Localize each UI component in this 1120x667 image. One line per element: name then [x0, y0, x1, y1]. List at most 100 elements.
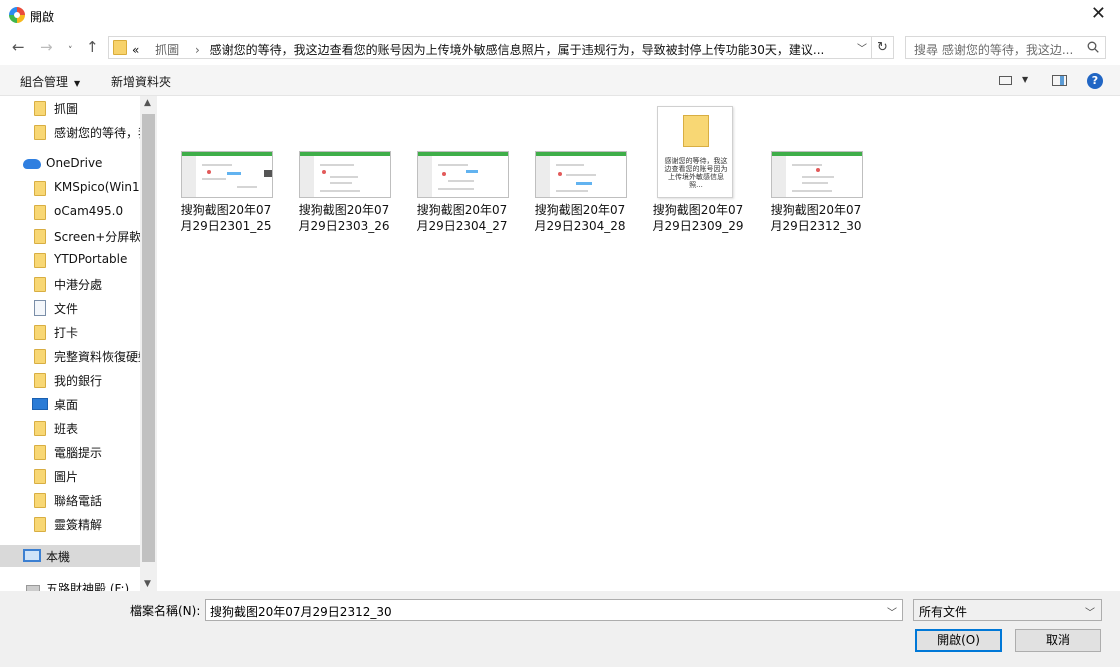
breadcrumb-item-current[interactable]: 感谢您的等待，我这边查看您的账号因为上传境外敏感信息照片，属于违规行为，导致被封… — [210, 43, 825, 57]
file-type-value: 所有文件 — [919, 605, 968, 619]
view-options-icon[interactable] — [999, 76, 1012, 85]
document-preview-text: 感谢您的等待，我这边查看您的账号因为上传境外敏感信息照... — [664, 157, 728, 189]
sidebar-item-ytdportable[interactable]: YTDPortable — [0, 249, 140, 271]
folder-icon — [34, 421, 46, 436]
new-folder-button[interactable]: 新增資料夾 — [111, 73, 171, 90]
sidebar-item-onedrive[interactable]: OneDrive — [0, 153, 140, 175]
sidebar-item-label: oCam495.0 — [54, 204, 124, 218]
sidebar-item-documents[interactable]: 文件 — [0, 297, 140, 319]
navigation-bar: ← → ˅ ↑ « 抓圖 › 感谢您的等待，我这边查看您的账号因为上传境外敏感信… — [0, 31, 1120, 65]
breadcrumb-separator-icon[interactable]: › — [195, 43, 200, 57]
folder-icon — [34, 349, 46, 364]
file-type-select[interactable]: 所有文件 ﹀ — [913, 599, 1102, 621]
sidebar-item-desktop[interactable]: 桌面 — [0, 393, 140, 415]
sidebar-item-label: 桌面 — [54, 398, 79, 412]
image-thumbnail — [417, 151, 509, 198]
file-item[interactable]: 搜狗截图20年07 月29日2303_26 — [295, 106, 393, 236]
folder-icon — [34, 445, 46, 460]
folder-icon — [34, 325, 46, 340]
search-icon — [1087, 41, 1099, 53]
file-name: 搜狗截图20年07 月29日2301_25 — [180, 203, 272, 233]
cloud-icon — [23, 159, 41, 169]
close-icon[interactable]: ✕ — [1091, 4, 1106, 24]
sidebar-item-label: YTDPortable — [54, 252, 128, 266]
open-button[interactable]: 開啟(O) — [915, 629, 1002, 652]
sidebar-item-bank[interactable]: 我的銀行 — [0, 369, 140, 391]
search-input[interactable]: 搜尋 感谢您的等待，我这边... — [905, 36, 1106, 59]
chevron-down-icon[interactable]: ﹀ — [887, 604, 897, 619]
folder-icon — [34, 229, 46, 244]
sidebar-item-this-pc[interactable]: 本機 — [0, 545, 140, 567]
view-options-caret-icon[interactable]: ▼ — [1022, 75, 1028, 84]
filename-value: 搜狗截图20年07月29日2312_30 — [210, 605, 392, 619]
search-placeholder: 搜尋 感谢您的等待，我这边... — [914, 43, 1074, 57]
image-thumbnail — [535, 151, 627, 198]
sidebar-item-label: 我的銀行 — [54, 374, 103, 388]
file-item[interactable]: 感谢您的等待，我这边查看您的账号因为上传境外敏感信息照... 搜狗截图20年07… — [649, 106, 747, 236]
file-item[interactable]: 搜狗截图20年07 月29日2304_28 — [531, 106, 629, 236]
sidebar-item-label: 抓圖 — [54, 102, 79, 116]
cancel-button[interactable]: 取消 — [1015, 629, 1101, 652]
up-arrow-icon[interactable]: ↑ — [86, 39, 99, 55]
sidebar-item-drive-f[interactable]: 五路財神殿 (F:) — [0, 577, 140, 591]
sidebar-item-label: 圖片 — [54, 470, 79, 484]
folder-icon — [34, 373, 46, 388]
sidebar-item-thanks[interactable]: 感谢您的等待，我这边 — [0, 121, 140, 143]
folder-icon — [683, 115, 709, 147]
filename-input[interactable]: 搜狗截图20年07月29日2312_30 ﹀ — [205, 599, 903, 621]
organize-label: 組合管理 — [20, 75, 69, 89]
breadcrumb-item-parent[interactable]: 抓圖 — [155, 43, 179, 57]
address-bar[interactable]: « 抓圖 › 感谢您的等待，我这边查看您的账号因为上传境外敏感信息照片，属于违规… — [108, 36, 872, 59]
sidebar-item-label: 靈簽精解 — [54, 518, 103, 532]
sidebar-scrollbar[interactable]: ▲ ▼ — [140, 96, 157, 591]
file-item[interactable]: 搜狗截图20年07 月29日2304_27 — [413, 106, 511, 236]
sidebar-item-label: 本機 — [46, 550, 71, 564]
file-name: 搜狗截图20年07 月29日2303_26 — [298, 203, 390, 233]
sidebar-item-label: 文件 — [54, 302, 79, 316]
sidebar-item-screen-plus[interactable]: Screen+分屏軟件 — [0, 225, 140, 247]
help-icon[interactable]: ? — [1087, 73, 1103, 89]
dialog-footer: 檔案名稱(N): 搜狗截图20年07月29日2312_30 ﹀ 所有文件 ﹀ 開… — [0, 591, 1120, 667]
refresh-button[interactable]: ↻ — [872, 36, 894, 59]
folder-icon — [34, 277, 46, 292]
file-name: 搜狗截图20年07 月29日2304_27 — [416, 203, 508, 233]
chevron-down-icon[interactable]: ﹀ — [857, 40, 867, 55]
sidebar-item-pictures[interactable]: 圖片 — [0, 465, 140, 487]
computer-icon — [23, 549, 41, 562]
organize-menu-button[interactable]: 組合管理 ▼ — [20, 73, 80, 90]
breadcrumb-overflow[interactable]: « — [132, 43, 139, 57]
scrollbar-thumb[interactable] — [142, 114, 155, 562]
document-thumbnail: 感谢您的等待，我这边查看您的账号因为上传境外敏感信息照... — [657, 106, 733, 198]
file-item[interactable]: 搜狗截图20年07 月29日2301_25 — [177, 106, 275, 236]
back-arrow-icon[interactable]: ← — [12, 39, 25, 55]
sidebar-item-capture[interactable]: 抓圖 — [0, 97, 140, 119]
forward-arrow-icon[interactable]: → — [40, 39, 53, 55]
sidebar-item-pc-tips[interactable]: 電腦提示 — [0, 441, 140, 463]
sidebar-item-label: 感谢您的等待，我这边 — [54, 126, 140, 140]
window-title: 開啟 — [30, 10, 55, 24]
sidebar-item-label: 班表 — [54, 422, 79, 436]
sidebar-item-ocam[interactable]: oCam495.0 — [0, 201, 140, 223]
folder-icon — [34, 517, 46, 532]
file-name: 搜狗截图20年07 月29日2309_29 — [652, 203, 744, 233]
navigation-pane: 抓圖 感谢您的等待，我这边 OneDrive KMSpico(Win10) oC… — [0, 96, 157, 591]
sidebar-item-label: 打卡 — [54, 326, 79, 340]
filename-label: 檔案名稱(N): — [130, 604, 201, 618]
preview-pane-icon[interactable] — [1052, 75, 1067, 86]
sidebar-item-schedule[interactable]: 班表 — [0, 417, 140, 439]
document-icon — [34, 300, 46, 316]
desktop-icon — [32, 398, 48, 410]
sidebar-item-kmspico[interactable]: KMSpico(Win10) — [0, 177, 140, 199]
scroll-down-icon[interactable]: ▼ — [144, 579, 151, 589]
file-item[interactable]: 搜狗截图20年07 月29日2312_30 — [767, 106, 865, 236]
scroll-up-icon[interactable]: ▲ — [144, 98, 151, 108]
sidebar-item-branch[interactable]: 中港分處 — [0, 273, 140, 295]
sidebar-item-clock-in[interactable]: 打卡 — [0, 321, 140, 343]
chevron-down-icon: ﹀ — [1085, 608, 1095, 619]
folder-icon — [34, 101, 46, 116]
recent-locations-chevron-icon[interactable]: ˅ — [68, 43, 73, 59]
folder-icon — [34, 469, 46, 484]
sidebar-item-oracle[interactable]: 靈簽精解 — [0, 513, 140, 535]
sidebar-item-contacts[interactable]: 聯絡電話 — [0, 489, 140, 511]
sidebar-item-recovery[interactable]: 完整資料恢復硬盤 — [0, 345, 140, 367]
